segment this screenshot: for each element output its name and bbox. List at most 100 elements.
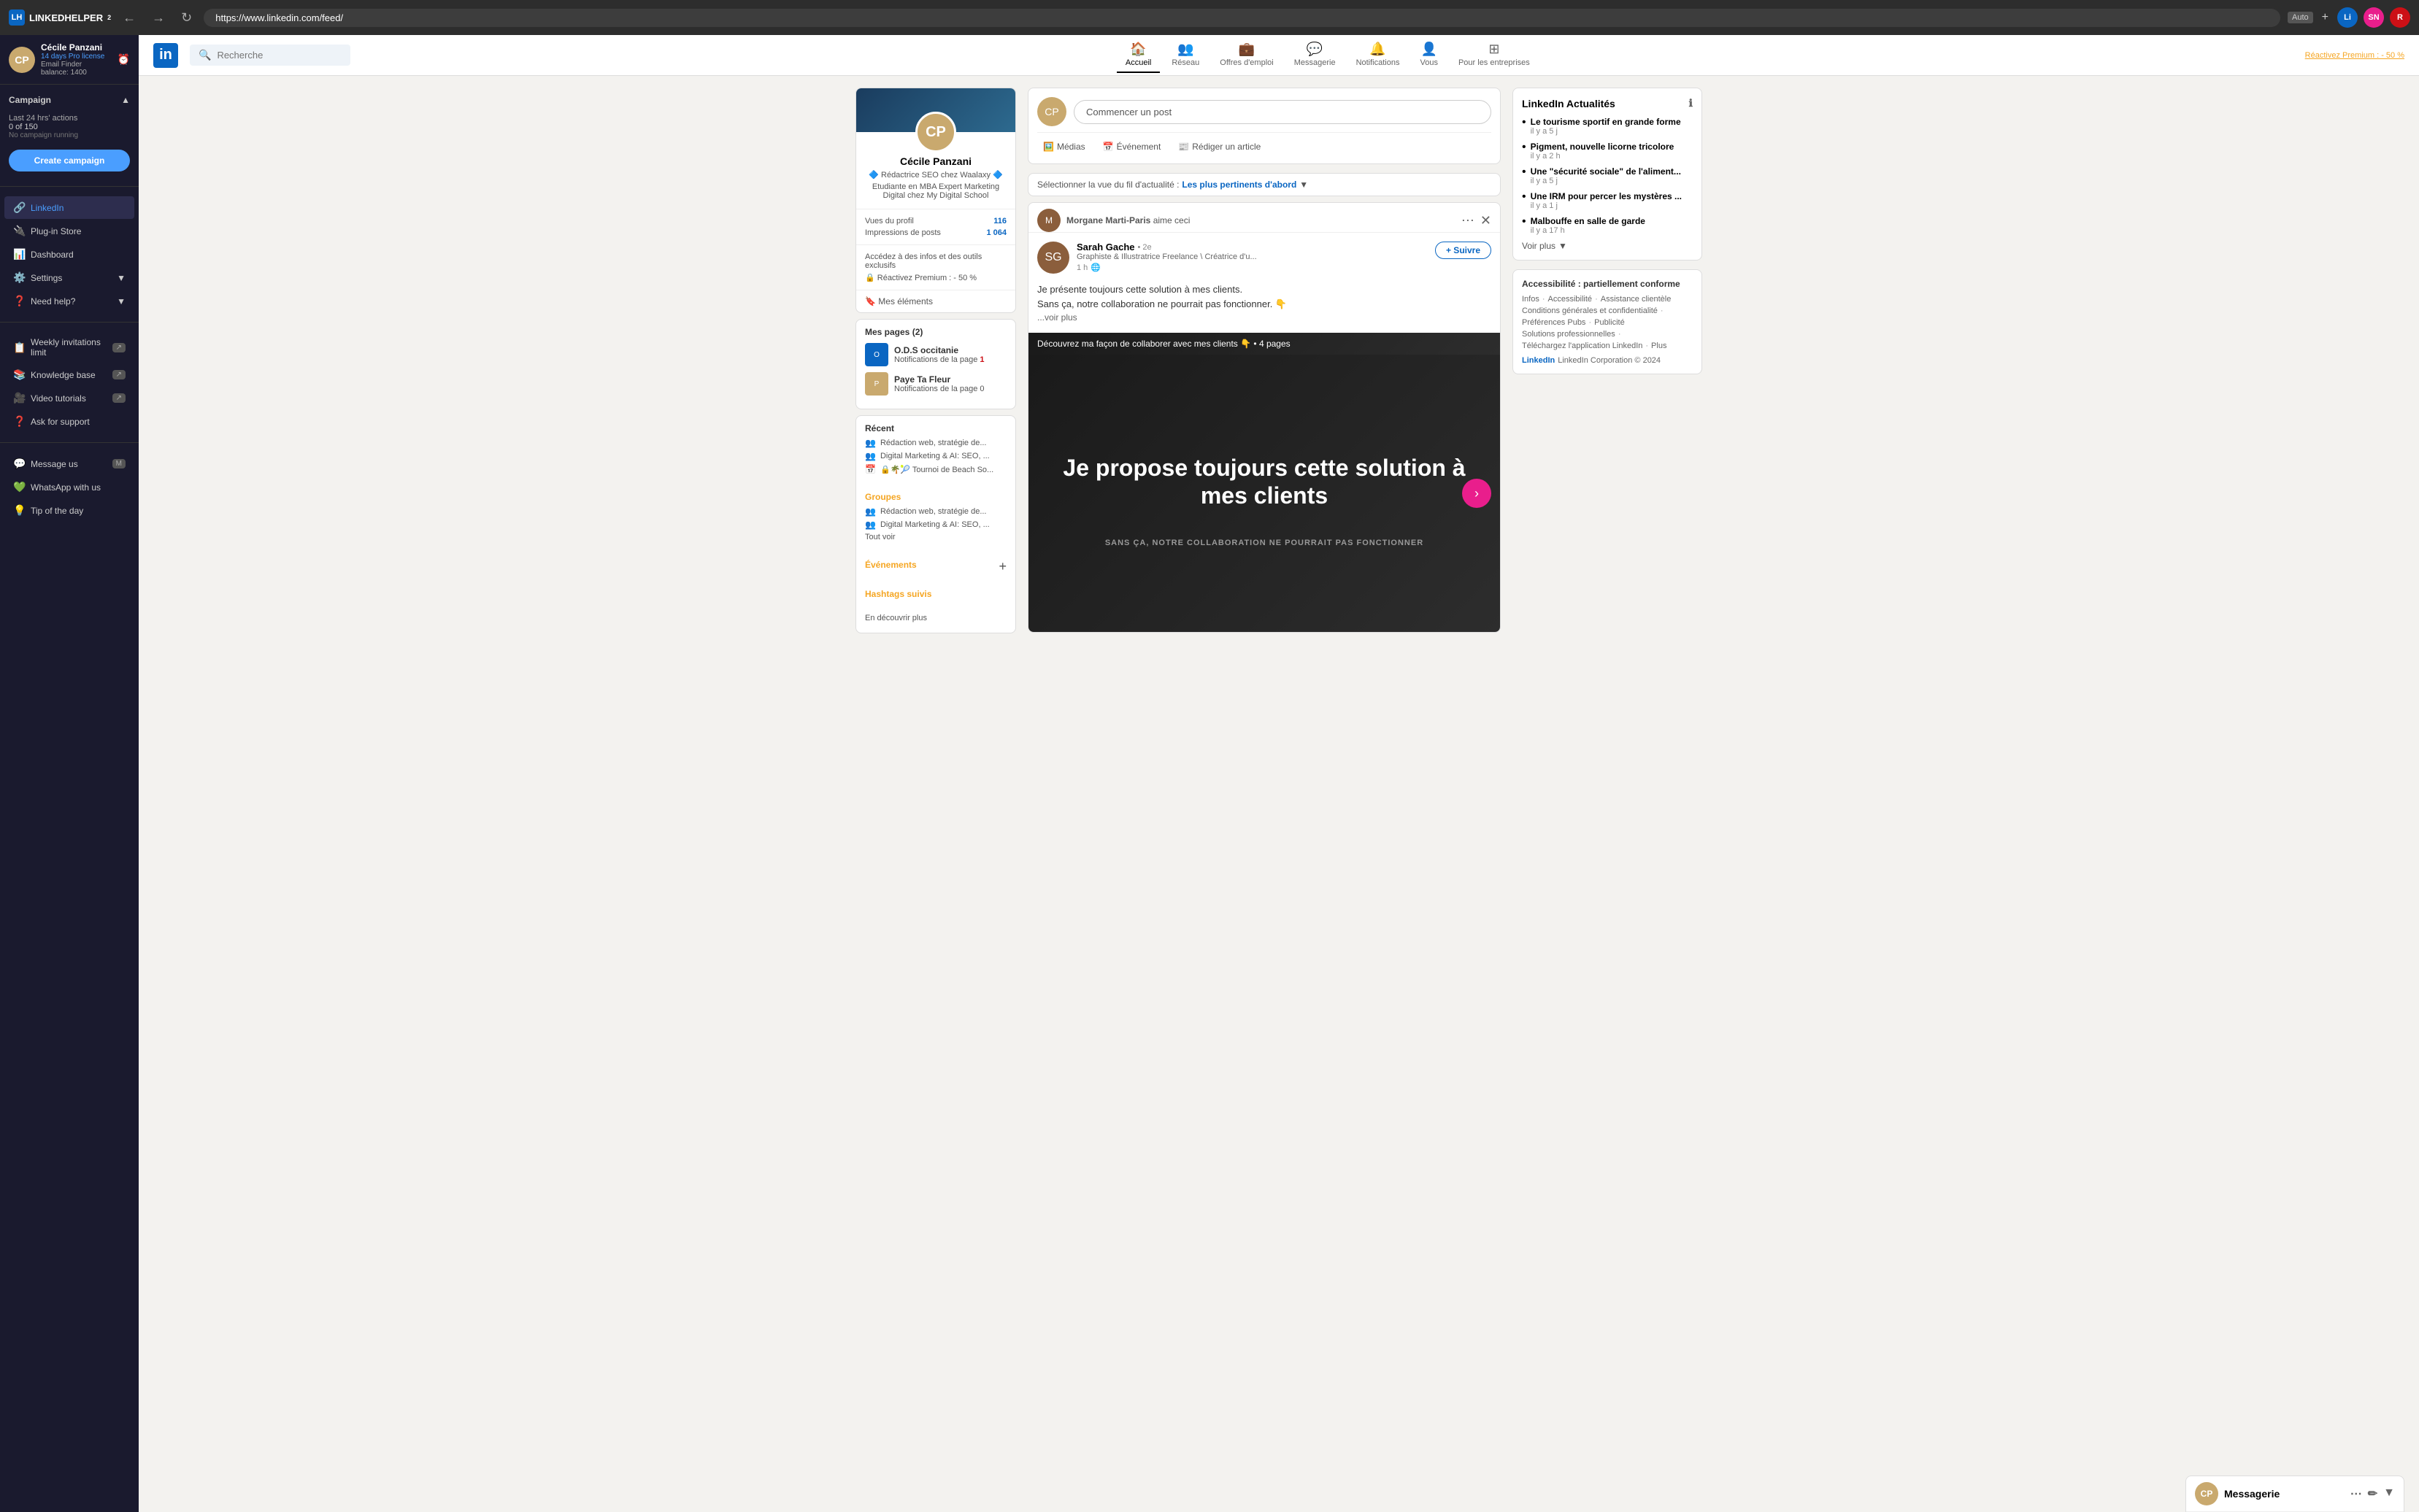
profile-premium-text[interactable]: 🔒 Réactivez Premium : - 50 %	[865, 273, 1007, 282]
groupe-item-0[interactable]: 👥 Rédaction web, stratégie de...	[865, 506, 1007, 517]
footer-link-infos[interactable]: Infos	[1522, 295, 1539, 304]
footer-link-prefs[interactable]: Préférences Pubs	[1522, 318, 1585, 327]
sidebar-bottom-section: 💬 Message us M 💚 WhatsApp with us 💡 Tip …	[0, 446, 139, 528]
profile-mes-elements[interactable]: 🔖 Mes éléments	[856, 290, 1015, 312]
post-author-name[interactable]: Sarah Gache	[1077, 242, 1135, 252]
sidebar-item-weekly-invitations[interactable]: 📋 Weekly invitations limit ↗	[4, 332, 134, 363]
browser-url-input[interactable]	[204, 9, 2280, 27]
news-item-0[interactable]: • Le tourisme sportif en grande forme il…	[1522, 117, 1693, 136]
post-see-more[interactable]: ...voir plus	[1037, 312, 1077, 323]
messagerie-widget[interactable]: CP Messagerie ⋯ ✏ ▼	[2185, 1476, 2404, 1512]
browser-avatar-r[interactable]: R	[2390, 7, 2410, 28]
linkedin-nav-notifications[interactable]: 🔔 Notifications	[1347, 37, 1409, 73]
post-action-article[interactable]: 📰 Rédiger un article	[1172, 139, 1266, 155]
sidebar-campaign-section: Campaign ▲ Last 24 hrs' actions 0 of 150…	[0, 85, 139, 183]
feed-option[interactable]: Les plus pertinents d'abord	[1182, 180, 1296, 190]
messagerie-minimize-btn[interactable]: ▼	[2383, 1486, 2395, 1501]
linkedin-search-input[interactable]	[217, 50, 334, 61]
linkedin-nav-reseau[interactable]: 👥 Réseau	[1163, 37, 1208, 73]
linkedin-center-column: CP Commencer un post 🖼️ Médias 📅 Événeme…	[1028, 88, 1501, 639]
sidebar-item-video-tutorials[interactable]: 🎥 Video tutorials ↗	[4, 387, 134, 409]
post-next-button[interactable]: ›	[1462, 479, 1491, 508]
footer-link-solutions[interactable]: Solutions professionnelles	[1522, 330, 1615, 339]
page-item-ptf[interactable]: P Paye Ta Fleur Notifications de la page…	[865, 372, 1007, 396]
linkedin-nav-offres[interactable]: 💼 Offres d'emploi	[1211, 37, 1282, 73]
sidebar-item-whatsapp[interactable]: 💚 WhatsApp with us	[4, 476, 134, 498]
recent-item-1[interactable]: 👥 Digital Marketing & AI: SEO, ...	[865, 451, 1007, 461]
evenements-add-icon[interactable]: +	[999, 559, 1007, 574]
news-item-2[interactable]: • Une "sécurité sociale" de l'aliment...…	[1522, 166, 1693, 185]
profile-stats: Vues du profil 116 Impressions de posts …	[856, 209, 1015, 244]
feed-selector[interactable]: Sélectionner la vue du fil d'actualité :…	[1028, 173, 1501, 196]
footer-link-accessibilite[interactable]: Accessibilité	[1548, 295, 1593, 304]
messagerie-header[interactable]: CP Messagerie ⋯ ✏ ▼	[2186, 1476, 2404, 1512]
browser-back-btn[interactable]: ←	[118, 7, 140, 28]
news-text-2: Une "sécurité sociale" de l'aliment... i…	[1531, 166, 1681, 185]
browser-refresh-btn[interactable]: ↻	[177, 7, 196, 28]
groupe-item-1[interactable]: 👥 Digital Marketing & AI: SEO, ...	[865, 520, 1007, 530]
post-input-field[interactable]: Commencer un post	[1074, 100, 1491, 124]
browser-avatar-li[interactable]: Li	[2337, 7, 2358, 28]
linkedin-nav-enterprise[interactable]: ⊞ Pour les entreprises	[1450, 37, 1539, 73]
create-campaign-button[interactable]: Create campaign	[9, 150, 130, 171]
footer-link-conditions[interactable]: Conditions générales et confidentialité	[1522, 306, 1658, 315]
footer-link-plus[interactable]: Plus	[1651, 342, 1666, 350]
sidebar-tip-icon: 💡	[13, 504, 25, 517]
follow-button[interactable]: + Suivre	[1435, 242, 1491, 259]
messagerie-dots-btn[interactable]: ⋯	[2350, 1486, 2362, 1501]
footer-dot-1: ·	[1595, 295, 1598, 304]
page-item-ods[interactable]: O O.D.S occitanie Notifications de la pa…	[865, 343, 1007, 366]
tout-voir-link[interactable]: Tout voir	[865, 533, 1007, 541]
footer-link-telecharger[interactable]: Téléchargez l'application LinkedIn	[1522, 342, 1642, 350]
profile-premium-box[interactable]: Accédez à des infos et des outils exclus…	[856, 244, 1015, 290]
profile-exclusive-text: Accédez à des infos et des outils exclus…	[865, 252, 1007, 270]
news-show-more[interactable]: Voir plus ▼	[1522, 241, 1693, 251]
sidebar-item-settings[interactable]: ⚙️ Settings ▼	[4, 266, 134, 289]
sidebar-clock-icon[interactable]: ⏰	[118, 53, 130, 66]
browser-avatar-sn[interactable]: SN	[2364, 7, 2384, 28]
sidebar-item-linkedin[interactable]: 🔗 LinkedIn	[4, 196, 134, 219]
news-card-title: LinkedIn Actualités ℹ	[1522, 97, 1693, 109]
profile-stat-views[interactable]: Vues du profil 116	[865, 217, 1007, 225]
news-bullet-0: •	[1522, 117, 1526, 128]
evenements-section: Événements +	[856, 552, 1015, 582]
news-text-1: Pigment, nouvelle licorne tricolore il y…	[1531, 142, 1674, 161]
news-item-4[interactable]: • Malbouffe en salle de garde il y a 17 …	[1522, 216, 1693, 235]
post-close-btn[interactable]: ✕	[1480, 213, 1491, 228]
en-decouvrir-link[interactable]: En découvrir plus	[856, 611, 1015, 630]
sidebar-item-message-us[interactable]: 💬 Message us M	[4, 452, 134, 475]
browser-add-tab-btn[interactable]: +	[2319, 8, 2331, 27]
messagerie-edit-btn[interactable]: ✏	[2368, 1486, 2377, 1501]
profile-stat-impressions[interactable]: Impressions de posts 1 064	[865, 228, 1007, 237]
sidebar-campaign-header[interactable]: Campaign ▲	[0, 90, 139, 109]
post-menu-btn[interactable]: ⋯	[1461, 213, 1474, 228]
news-bullet-3: •	[1522, 191, 1526, 203]
linkedin-premium-link[interactable]: Réactivez Premium : - 50 %	[2305, 51, 2404, 60]
user-icon: 👤	[1421, 42, 1437, 57]
sidebar-item-need-help[interactable]: ❓ Need help? ▼	[4, 290, 134, 312]
sidebar-item-knowledge-base[interactable]: 📚 Knowledge base ↗	[4, 363, 134, 386]
linkedin-nav-vous[interactable]: 👤 Vous	[1411, 37, 1446, 73]
footer-link-publicite[interactable]: Publicité	[1594, 318, 1625, 327]
post-action-medias[interactable]: 🖼️ Médias	[1037, 139, 1091, 155]
news-item-3[interactable]: • Une IRM pour percer les mystères ... i…	[1522, 191, 1693, 210]
news-item-1[interactable]: • Pigment, nouvelle licorne tricolore il…	[1522, 142, 1693, 161]
sidebar-item-dashboard[interactable]: 📊 Dashboard	[4, 243, 134, 266]
sidebar-item-ask-support[interactable]: ❓ Ask for support	[4, 410, 134, 433]
linkedin-nav-accueil[interactable]: 🏠 Accueil	[1117, 37, 1160, 73]
linkedin-nav-messagerie[interactable]: 💬 Messagerie	[1285, 37, 1345, 73]
news-info-icon[interactable]: ℹ	[1689, 97, 1693, 109]
sidebar-no-campaign: No campaign running	[9, 131, 130, 139]
sidebar-item-plugin-store[interactable]: 🔌 Plug-in Store	[4, 220, 134, 242]
linkedin-search-box[interactable]: 🔍	[190, 45, 350, 66]
recent-item-0[interactable]: 👥 Rédaction web, stratégie de...	[865, 438, 1007, 448]
page-notif-ptf: Notifications de la page 0	[894, 385, 1007, 393]
browser-forward-btn[interactable]: →	[147, 7, 169, 28]
footer-link-assistance[interactable]: Assistance clientèle	[1601, 295, 1672, 304]
post-action-evenement[interactable]: 📅 Événement	[1097, 139, 1167, 155]
news-text-4: Malbouffe en salle de garde il y a 17 h	[1531, 216, 1645, 235]
recent-item-2[interactable]: 📅 🔒🌴🎾 Tournoi de Beach So...	[865, 464, 1007, 474]
article-label: Rédiger un article	[1192, 142, 1261, 152]
footer-links: Infos · Accessibilité · Assistance clien…	[1522, 295, 1693, 350]
sidebar-item-tip-of-day[interactable]: 💡 Tip of the day	[4, 499, 134, 522]
